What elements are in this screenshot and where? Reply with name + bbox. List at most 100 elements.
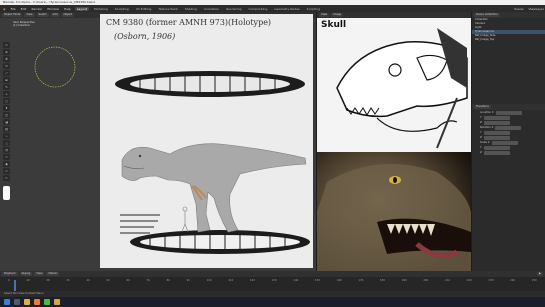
menu-file[interactable]: File [10,7,17,11]
image-editor-top-right[interactable]: View Image Skull [317,12,471,152]
prop-field[interactable] [483,150,510,155]
view-layer-selector[interactable]: ViewLayer [528,7,545,11]
menu-select[interactable]: Select [36,13,49,17]
properties-section[interactable]: Transform [474,105,491,109]
reference-image-plane[interactable]: CM 9380 (former AMNH 973)(Holotype) (Osb… [100,14,313,268]
tab-uv-editing[interactable]: UV Editing [134,7,154,11]
render-preview-bottom-right[interactable] [317,152,471,271]
menu-edit[interactable]: Edit [20,7,28,11]
prop-field[interactable] [495,110,522,115]
timeline-tick-label: 20 [46,279,50,282]
chrome-icon[interactable] [44,299,50,305]
timeline-tick-label: 180 [380,279,385,282]
tab-modeling[interactable]: Modeling [92,7,110,11]
prop-field[interactable] [491,140,518,145]
prop-field[interactable] [483,145,510,150]
menu-help[interactable]: Help [63,7,72,11]
prop-row: Z [472,150,545,155]
timeline-playback-menu[interactable]: Playback [2,272,18,276]
measure-tool-icon[interactable]: ⟂ [3,91,10,97]
shear-tool-icon[interactable]: ▱ [3,168,10,174]
mouse-indicator-icon [3,186,10,200]
tab-animation[interactable]: Animation [202,7,221,11]
tab-compositing[interactable]: Compositing [247,7,270,11]
right-side-panel: Scene Collection Collection Camera Light… [472,12,545,271]
timeline-marker-menu[interactable]: Marker [46,272,60,276]
timeline-view-menu[interactable]: View [34,272,45,276]
transform-tool-icon[interactable]: ⊞ [3,77,10,83]
move-tool-icon[interactable]: ✥ [3,56,10,62]
timeline-tick-label: 80 [166,279,170,282]
inset-tool-icon[interactable]: ◫ [3,112,10,118]
tab-geometry-nodes[interactable]: Geometry Nodes [272,7,301,11]
menu-add[interactable]: Add [50,13,60,17]
tab-sculpting[interactable]: Sculpting [113,7,131,11]
prop-field[interactable] [483,115,510,120]
knife-tool-icon[interactable]: ⌁ [3,133,10,139]
scale-tool-icon[interactable]: ⤢ [3,70,10,76]
tab-texture-paint[interactable]: Texture Paint [156,7,179,11]
blender-logo-icon[interactable]: ◉ [2,7,7,11]
extrude-tool-icon[interactable]: ⬆ [3,105,10,111]
menu-window[interactable]: Window [46,7,60,11]
bevel-tool-icon[interactable]: ◪ [3,119,10,125]
viewport-overlay-text: User Perspective (1) Collection [13,21,35,27]
playhead[interactable] [14,280,16,291]
timeline-tick-label: 200 [423,279,429,282]
timeline-tick-label: 110 [228,279,234,282]
explorer-icon[interactable] [24,299,30,305]
outliner-title: Scene Collection [474,13,500,17]
timeline-editor[interactable]: Playback Keying View Marker ▶ 0 10 20 30 40 5… [0,271,545,291]
window-title: Blender 3.0 Alpha - C:\Users\...\Tyranno… [3,0,96,4]
smooth-tool-icon[interactable]: ≈ [3,154,10,160]
menu-object[interactable]: Object [61,13,74,17]
mode-selector[interactable]: Object Mode [2,13,23,17]
prop-label: Y [480,116,482,119]
trex-render-image [317,152,471,271]
scene-selector[interactable]: Scene [513,7,524,11]
os-taskbar [0,297,545,307]
prop-label: Y [480,131,482,134]
timeline-tick-label: 170 [358,279,364,282]
cursor-tool-icon[interactable]: ⊕ [3,49,10,55]
timeline-tick-label: 150 [315,279,320,282]
brush-circle-icon [34,46,76,88]
select-tool-icon[interactable]: ▭ [3,42,10,48]
prop-label: Y [480,146,482,149]
prop-label: Location X [480,111,494,114]
loop-cut-tool-icon[interactable]: ▥ [3,126,10,132]
timeline-keying-menu[interactable]: Keying [19,272,33,276]
menu-render[interactable]: Render [30,7,43,11]
tab-rendering[interactable]: Rendering [224,7,243,11]
prop-label: Scale X [480,141,490,144]
image-menu-view[interactable]: View [319,13,330,17]
prop-field[interactable] [483,120,510,125]
spin-tool-icon[interactable]: ◔ [3,147,10,153]
prop-field[interactable] [483,135,510,140]
image-menu-image[interactable]: Image [331,13,344,17]
rotate-tool-icon[interactable]: ↻ [3,63,10,69]
shrink-tool-icon[interactable]: ◉ [3,161,10,167]
poly-build-tool-icon[interactable]: △ [3,140,10,146]
blender-icon[interactable] [34,299,40,305]
timeline-ticks: 0 10 20 30 40 50 60 70 80 90 100 110 120 130 140 150 160… [0,277,545,284]
search-icon[interactable] [14,299,20,305]
tab-shading[interactable]: Shading [183,7,199,11]
tab-scripting[interactable]: Scripting [305,7,322,11]
prop-label: Z [480,151,482,154]
outliner-list: Collection Camera Light Tyrannosaurus Re… [472,18,545,42]
add-cube-tool-icon[interactable]: □ [3,98,10,104]
prop-field[interactable] [483,130,510,135]
annotate-tool-icon[interactable]: ✎ [3,84,10,90]
windows-icon[interactable] [4,299,10,305]
menu-view[interactable]: View [24,13,35,17]
timeline-tick-label: 190 [401,279,407,282]
rip-tool-icon[interactable]: ✂ [3,175,10,181]
play-button-icon[interactable]: ▶ [537,272,543,276]
folder-icon[interactable] [54,299,60,305]
tab-layout[interactable]: Layout [74,6,90,11]
timeline-tick-label: 90 [186,279,190,282]
timeline-tick-label: 220 [466,279,472,282]
prop-field[interactable] [495,125,522,130]
trex-mesh[interactable] [110,114,310,234]
